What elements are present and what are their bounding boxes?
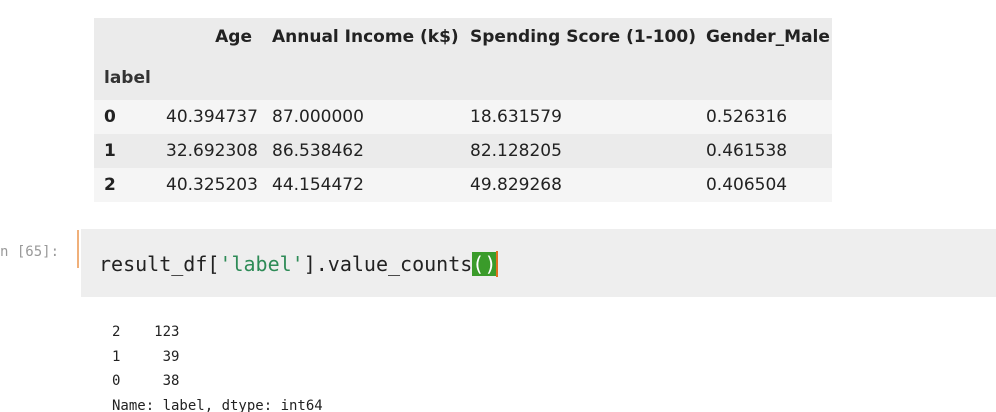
table-row: 2 40.325203 44.154472 49.829268 0.406504 [94, 168, 832, 202]
matched-bracket-highlight: () [472, 252, 497, 276]
output-line: Name: label, dtype: int64 [112, 397, 323, 412]
edit-mode-indicator [77, 230, 79, 268]
column-header-gender-male: Gender_Male [695, 18, 832, 56]
cell-age: 32.692308 [166, 141, 258, 161]
notebook-page: Age Annual Income (k$) Spending Score (1… [0, 0, 996, 412]
table-row: 0 40.394737 87.000000 18.631579 0.526316 [94, 100, 832, 134]
row-index: 2 [104, 175, 116, 195]
text-cursor [496, 251, 499, 277]
column-header-age: Age [156, 18, 262, 56]
input-prompt: n [65]: [0, 244, 60, 260]
cell-gender-male: 0.526316 [705, 107, 788, 127]
cell-gender-male: 0.406504 [705, 175, 788, 195]
dataframe-output: Age Annual Income (k$) Spending Score (1… [94, 18, 832, 202]
row-index: 1 [104, 141, 116, 161]
cell-score: 49.829268 [470, 175, 562, 195]
code-token-method: ].value_counts [303, 252, 473, 276]
cell-score: 18.631579 [470, 107, 562, 127]
row-index: 0 [104, 107, 116, 127]
column-header-spending-score: Spending Score (1-100) [460, 18, 696, 56]
cell-income: 44.154472 [272, 175, 364, 195]
output-line: 1 39 [112, 348, 180, 365]
column-header-annual-income: Annual Income (k$) [262, 18, 460, 56]
cell-score: 82.128205 [470, 141, 562, 161]
output-line: 0 38 [112, 373, 180, 389]
corner-header [94, 18, 156, 56]
cell-age: 40.325203 [166, 175, 258, 195]
code-token-string: 'label' [219, 252, 304, 276]
column-header-row: Age Annual Income (k$) Spending Score (1… [94, 18, 832, 56]
code-token-variable: result_df[ [99, 252, 220, 276]
index-name: label [94, 56, 156, 100]
cell-age: 40.394737 [166, 107, 258, 127]
code-cell-editor[interactable]: result_df['label'].value_counts() [81, 229, 996, 297]
table-row: 1 32.692308 86.538462 82.128205 0.461538 [94, 134, 832, 168]
cell-income: 87.000000 [272, 107, 364, 127]
cell-income: 86.538462 [272, 141, 364, 161]
code-line[interactable]: result_df['label'].value_counts() [99, 251, 499, 277]
output-line: 2 123 [112, 324, 180, 340]
index-name-row: label [94, 56, 832, 100]
cell-output-text: 2 123 1 39 0 38 Name: label, dtype: int64 [112, 320, 323, 412]
cell-gender-male: 0.461538 [705, 141, 788, 161]
dataframe-table: Age Annual Income (k$) Spending Score (1… [94, 18, 832, 202]
